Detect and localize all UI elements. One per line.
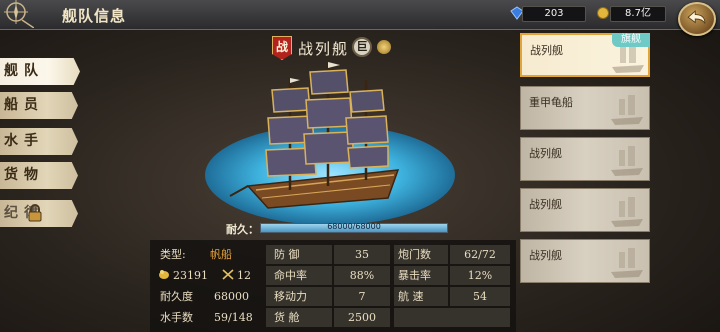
crit-rate-value: 12% [450,266,510,285]
fleet-card[interactable]: 战列舰 [520,239,650,283]
empty-cell [394,308,510,327]
top-bar: 舰队信息 203 8.7亿 [0,0,720,30]
durability-bar: 68000/68000 [260,222,448,233]
ship-silhouette-icon [611,197,643,227]
lock-icon [28,204,42,222]
stats-row: 耐久度 68000 移动力 7 航 速 54 [150,286,516,307]
menu-fleet[interactable]: 舰队 [0,58,80,85]
cargo-label: 货 舱 [266,308,332,327]
stats-row: 水手数 59/148 货 舱 2500 [150,307,516,328]
cannon-value: 62/72 [450,245,510,264]
power-value: 23191 [173,269,208,282]
ship-silhouette-icon [611,146,643,176]
stats-row: 类型: 帆船 防 御 35 炮门数 62/72 [150,244,516,265]
flagship-badge: 旗舰 [612,33,650,47]
menu-discipline[interactable]: 纪律 [0,200,78,227]
durability-stat-value: 68000 [214,290,249,303]
compass-icon [4,0,34,28]
fleet-card[interactable]: 重甲龟船 [520,86,650,130]
durability-stat-label: 耐久度 [160,290,193,303]
speed-value: 54 [450,287,510,306]
sailors-label: 水手数 [160,311,193,324]
crossed-swords-icon [222,269,234,280]
hit-rate-value: 88% [334,266,390,285]
gold-coin-icon [159,270,169,279]
type-value: 帆船 [210,248,232,261]
defense-value: 35 [334,245,390,264]
fleet-card-name: 战列舰 [529,147,562,160]
back-arrow-icon [687,10,706,24]
ship-silhouette-icon [611,95,643,125]
menu-crew[interactable]: 船员 [0,92,78,119]
fleet-card[interactable]: 战列舰 [520,188,650,232]
page-title: 舰队信息 [62,7,127,25]
crit-rate-label: 暴击率 [394,266,448,285]
back-button[interactable] [678,2,716,36]
ship-name: 战列舰 [298,40,350,58]
gem-count: 203 [522,6,586,22]
type-label: 类型: [160,248,186,261]
fleet-card[interactable]: 战列舰 [520,137,650,181]
fleet-card-name: 战列舰 [529,249,562,262]
swap-icon[interactable] [377,40,391,54]
fleet-card-name: 重甲龟船 [529,96,573,109]
gold-count: 8.7亿 [610,6,666,22]
gold-coin-icon [597,7,609,19]
defense-label: 防 御 [266,245,332,264]
mobility-value: 7 [334,287,390,306]
durability-value: 68000/68000 [327,222,381,231]
attack-cell: 12 [222,266,262,285]
hit-rate-label: 命中率 [266,266,332,285]
attack-value: 12 [237,269,251,282]
stats-row: 23191 12 命中率 88% 暴击率 12% [150,265,516,286]
sailors-value: 59/148 [214,311,253,324]
power-cell: 23191 [158,266,218,285]
stats-panel: 类型: 帆船 防 御 35 炮门数 62/72 23191 12 命中率 88%… [150,240,516,332]
cargo-value: 2500 [334,308,390,327]
durability-label: 耐久： [226,223,259,236]
ship-class-badge: 战 [272,36,292,60]
fleet-card-name: 战列舰 [529,198,562,211]
menu-sailors[interactable]: 水手 [0,128,78,155]
ship-silhouette-icon [611,248,643,278]
speed-label: 航 速 [394,287,448,306]
fleet-card-name: 战列舰 [530,44,563,57]
ship-size-badge: 巨 [352,37,372,57]
cannon-label: 炮门数 [394,245,448,264]
mobility-label: 移动力 [266,287,332,306]
fleet-card[interactable]: 战列舰 旗舰 [520,33,650,77]
ship-model[interactable] [228,58,418,220]
menu-cargo[interactable]: 货物 [0,162,78,189]
